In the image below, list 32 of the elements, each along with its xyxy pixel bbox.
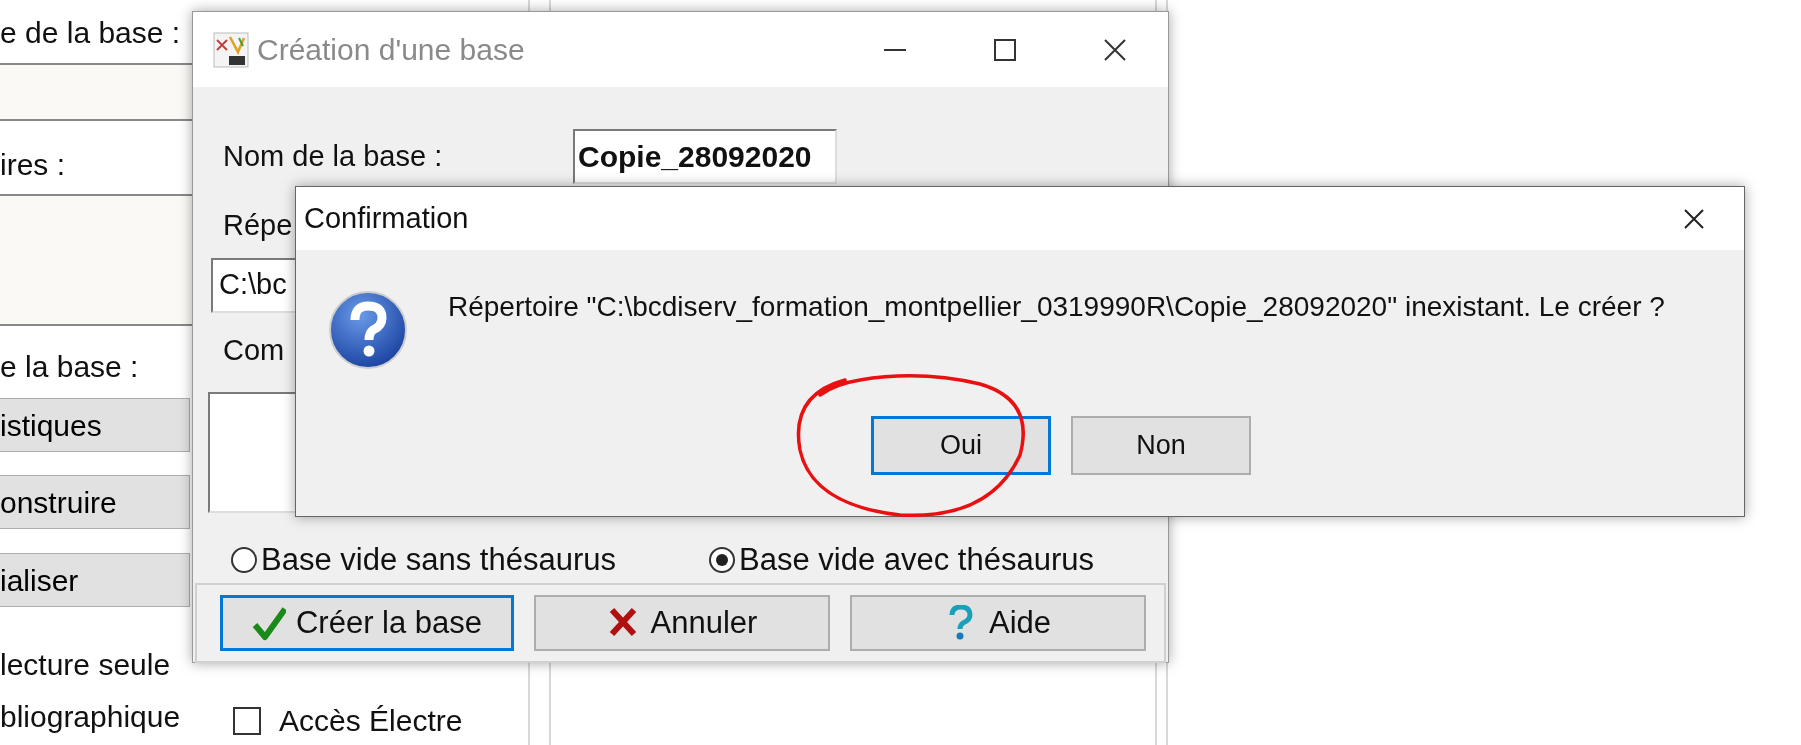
maximize-icon[interactable] — [994, 38, 1016, 61]
check-icon — [251, 605, 286, 641]
action-button[interactable]: onstruire — [0, 475, 190, 529]
action-button[interactable]: ialiser — [0, 553, 190, 607]
checkbox[interactable] — [233, 706, 261, 735]
radio-label: Base vide avec thésaurus — [739, 541, 1094, 579]
field-label: ires : — [0, 147, 65, 183]
checkbox-label: Accès Électre — [279, 703, 463, 739]
radio-button[interactable] — [709, 547, 735, 574]
app-icon — [213, 31, 249, 68]
option-label: bliographique — [0, 699, 181, 735]
name-field[interactable]: Copie_28092020 — [573, 129, 837, 184]
dialog-button[interactable]: Non — [1071, 416, 1251, 475]
dialog-button[interactable]: Aide — [850, 595, 1146, 651]
window-title: Confirmation — [304, 200, 469, 236]
radio-label: Base vide sans thésaurus — [261, 541, 616, 579]
question-icon — [328, 288, 408, 370]
window-title: Création d'une base — [257, 32, 525, 68]
option-label: lecture seule — [0, 647, 171, 683]
radio-button[interactable] — [231, 547, 257, 574]
close-icon[interactable] — [1684, 208, 1704, 229]
dialog-button[interactable]: Annuler — [534, 595, 830, 651]
dialog-button[interactable]: Créer la base — [220, 595, 514, 651]
field-label: e de la base : — [0, 15, 181, 51]
dialog-button[interactable]: Oui — [871, 416, 1051, 475]
field-label: e la base : — [0, 349, 139, 385]
action-button[interactable]: istiques — [0, 398, 190, 452]
field-label: Nom de la base : — [223, 138, 444, 174]
field-label: Répe — [223, 208, 293, 243]
confirmation-message: Répertoire "C:\bcdiserv_formation_montpellier_0319990R\Copie_28092020" inexistant. Le créer ? — [448, 290, 1665, 324]
close-icon[interactable] — [1104, 38, 1126, 61]
field-label: Com — [223, 332, 285, 368]
